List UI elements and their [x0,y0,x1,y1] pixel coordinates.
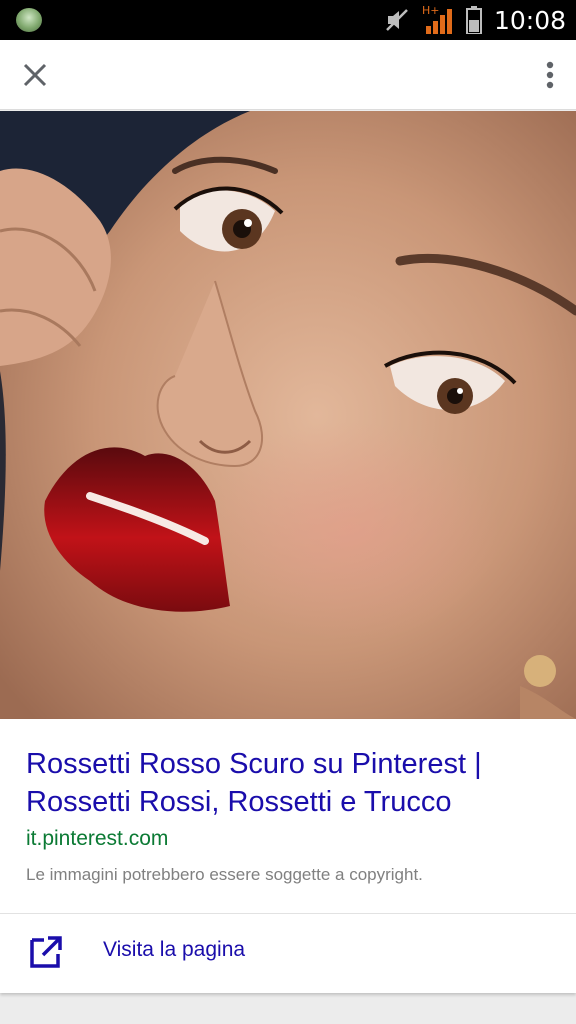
visit-page-label: Visita la pagina [103,938,246,961]
app-icon [16,8,42,32]
signal-icon: H+ [422,4,454,34]
result-title[interactable]: Rossetti Rosso Scuro su Pinterest | Ross… [26,745,556,821]
status-icons: H+ 10:08 [384,0,566,40]
toolbar [0,40,576,110]
portrait-illustration [0,111,576,719]
status-bar: H+ 10:08 [0,0,576,40]
close-button[interactable] [14,54,56,96]
close-icon [23,63,47,87]
result-image[interactable] [0,111,576,719]
result-url[interactable]: it.pinterest.com [26,827,168,851]
result-card: Rossetti Rosso Scuro su Pinterest | Ross… [0,719,576,993]
more-options-button[interactable] [538,54,562,96]
battery-icon [465,6,482,34]
status-time: 10:08 [493,5,566,35]
more-vert-icon [546,61,554,89]
visit-page-button[interactable]: Visita la pagina [0,914,576,993]
open-in-new-icon [30,936,62,968]
mute-icon [386,9,408,31]
copyright-note: Le immagini potrebbero essere soggette a… [26,865,423,884]
